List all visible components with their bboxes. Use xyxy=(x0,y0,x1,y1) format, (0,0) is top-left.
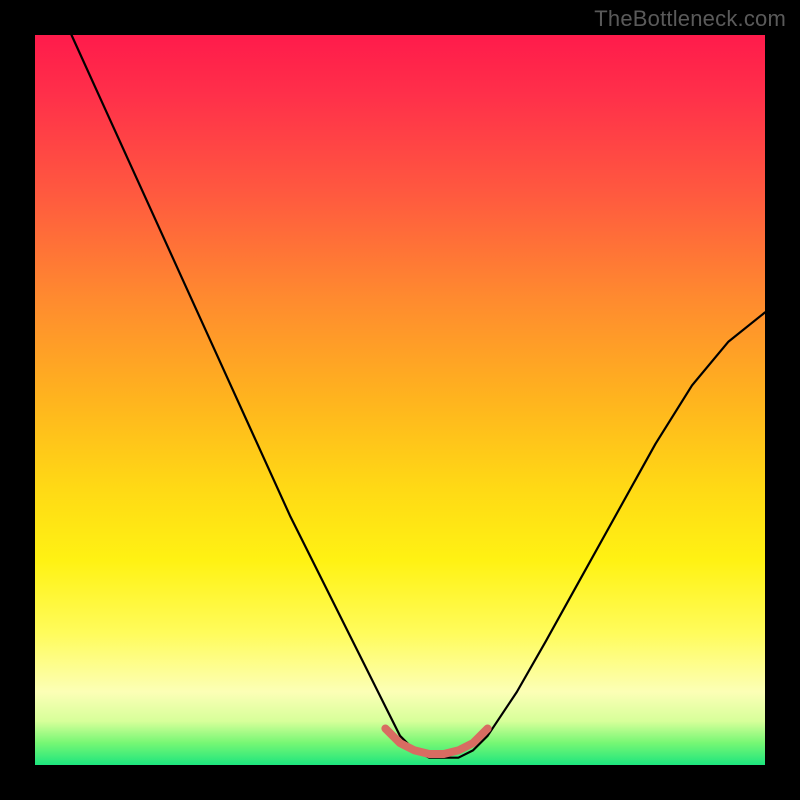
bottleneck-curve xyxy=(72,35,766,758)
curve-svg xyxy=(35,35,765,765)
chart-frame: TheBottleneck.com xyxy=(0,0,800,800)
watermark-text: TheBottleneck.com xyxy=(594,6,786,32)
plot-area xyxy=(35,35,765,765)
